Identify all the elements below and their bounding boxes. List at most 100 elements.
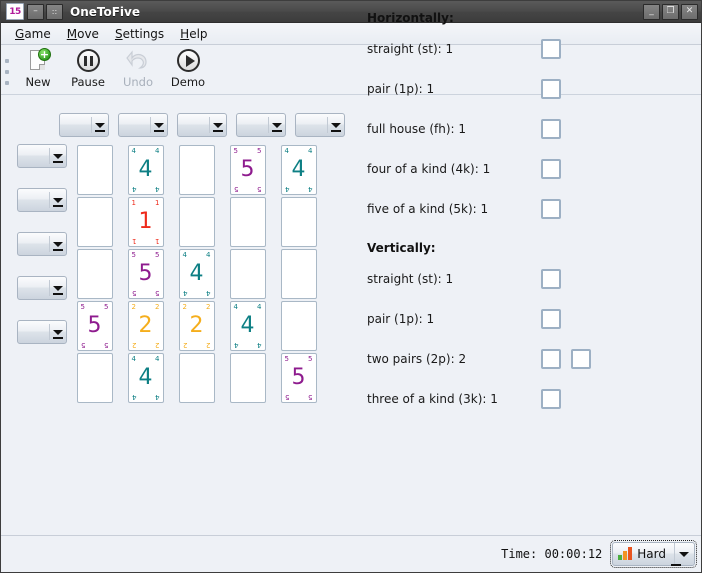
horizontal-goals-list: straight (st): 1 pair (1p): 1 full house (… — [367, 37, 687, 221]
toolbar-button-pause-label: Pause — [71, 75, 105, 89]
card-empty[interactable] — [76, 249, 113, 299]
card-corner-value: 1 — [131, 237, 136, 245]
grid-cell: 55555 — [273, 352, 324, 404]
card-corner-value: 4 — [233, 341, 238, 349]
menu-settings[interactable]: Settings — [107, 25, 172, 43]
card-empty[interactable] — [76, 197, 113, 247]
difficulty-selector[interactable]: Hard — [610, 540, 697, 568]
toolbar-drag-handle[interactable] — [1, 45, 13, 95]
card-value: 5 — [291, 365, 306, 390]
horizontal-goal-checkbox[interactable] — [541, 199, 561, 219]
card-empty[interactable] — [76, 353, 113, 403]
grid-cell: 55555 — [120, 248, 171, 300]
card-corner-value: 2 — [131, 303, 136, 311]
chevron-down-icon — [53, 197, 63, 203]
card-corner-value: 4 — [257, 341, 262, 349]
toolbar-button-new[interactable]: + New — [13, 45, 63, 89]
card-empty[interactable] — [280, 249, 317, 299]
toolbar-button-demo[interactable]: Demo — [163, 45, 213, 89]
card-value: 4 — [291, 157, 306, 182]
window-menu-button[interactable]: :: — [46, 3, 63, 20]
card-corner-value: 5 — [308, 393, 313, 401]
horizontal-goal-row: pair (1p): 1 — [367, 77, 687, 101]
grid-cell — [69, 248, 120, 300]
card-corner-value: 5 — [257, 147, 262, 155]
row-selector-3[interactable] — [17, 232, 67, 256]
row-selector-1[interactable] — [17, 144, 67, 168]
card-5[interactable]: 55555 — [127, 249, 164, 299]
card-empty[interactable] — [76, 145, 113, 195]
horizontal-goal-checkbox[interactable] — [541, 79, 561, 99]
card-4[interactable]: 44444 — [229, 301, 266, 351]
card-2[interactable]: 22222 — [178, 301, 215, 351]
undo-icon — [125, 48, 151, 74]
card-4[interactable]: 44444 — [280, 145, 317, 195]
row-selector-4[interactable] — [17, 276, 67, 300]
column-selector-5[interactable] — [295, 113, 345, 137]
menu-game[interactable]: Game — [7, 25, 59, 43]
row-selector-5[interactable] — [17, 320, 67, 344]
vertical-goal-checkbox[interactable] — [571, 349, 591, 369]
column-selector-2[interactable] — [118, 113, 168, 137]
grid-cell — [222, 196, 273, 248]
goal-spacer — [367, 141, 687, 157]
card-5[interactable]: 55555 — [76, 301, 113, 351]
card-corner-value: 5 — [104, 303, 109, 311]
row-selector-2[interactable] — [17, 188, 67, 212]
card-1[interactable]: 11111 — [127, 197, 164, 247]
card-empty[interactable] — [178, 145, 215, 195]
card-5[interactable]: 55555 — [229, 145, 266, 195]
column-selector-1[interactable] — [59, 113, 109, 137]
menu-help[interactable]: Help — [172, 25, 215, 43]
horizontal-goal-checkbox[interactable] — [541, 159, 561, 179]
horizontal-goal-row: four of a kind (4k): 1 — [367, 157, 687, 181]
card-4[interactable]: 44444 — [127, 353, 164, 403]
horizontal-goal-row: full house (fh): 1 — [367, 117, 687, 141]
window-shade-button[interactable]: – — [27, 3, 44, 20]
card-corner-value: 4 — [257, 303, 262, 311]
horizontal-goal-label: four of a kind (4k): 1 — [367, 162, 491, 176]
card-empty[interactable] — [229, 197, 266, 247]
card-corner-value: 4 — [131, 355, 136, 363]
grid-cell: 22222 — [171, 300, 222, 352]
card-corner-value: 2 — [206, 303, 211, 311]
card-empty[interactable] — [280, 197, 317, 247]
card-corner-value: 4 — [155, 355, 160, 363]
card-corner-value: 5 — [131, 251, 136, 259]
card-empty[interactable] — [229, 249, 266, 299]
card-empty[interactable] — [280, 301, 317, 351]
card-corner-value: 4 — [206, 289, 211, 297]
application-window: 15 – :: OneToFive _ ❐ ✕ Game Move Settin… — [0, 0, 702, 573]
card-4[interactable]: 44444 — [127, 145, 164, 195]
vertical-goal-checkbox[interactable] — [541, 309, 561, 329]
column-selector-3[interactable] — [177, 113, 227, 137]
app-icon: 15 — [6, 3, 24, 20]
vertical-goal-checkbox[interactable] — [541, 389, 561, 409]
row-selectors — [17, 144, 67, 344]
vertical-goals-list: straight (st): 1 pair (1p): 1 two pairs (2… — [367, 267, 687, 411]
horizontal-goals-title: Horizontally: — [367, 11, 454, 25]
grid-cell — [69, 196, 120, 248]
horizontal-goal-checkbox[interactable] — [541, 39, 561, 59]
vertical-goal-checkbox[interactable] — [541, 269, 561, 289]
card-4[interactable]: 44444 — [178, 249, 215, 299]
card-corner-value: 4 — [131, 185, 136, 193]
toolbar-button-pause[interactable]: Pause — [63, 45, 113, 89]
card-empty[interactable] — [178, 197, 215, 247]
toolbar-button-undo-label: Undo — [122, 75, 154, 89]
column-selector-4[interactable] — [236, 113, 286, 137]
grid-cell — [171, 352, 222, 404]
card-corner-value: 5 — [233, 185, 238, 193]
horizontal-goal-checkbox[interactable] — [541, 119, 561, 139]
grid-cell — [171, 144, 222, 196]
vertical-goal-checkbox[interactable] — [541, 349, 561, 369]
grid-cell — [69, 352, 120, 404]
difficulty-label: Hard — [637, 547, 666, 561]
card-empty[interactable] — [229, 353, 266, 403]
card-5[interactable]: 55555 — [280, 353, 317, 403]
goal-spacer — [367, 291, 687, 307]
menu-move[interactable]: Move — [59, 25, 107, 43]
card-empty[interactable] — [178, 353, 215, 403]
card-2[interactable]: 22222 — [127, 301, 164, 351]
card-value: 2 — [138, 313, 153, 338]
